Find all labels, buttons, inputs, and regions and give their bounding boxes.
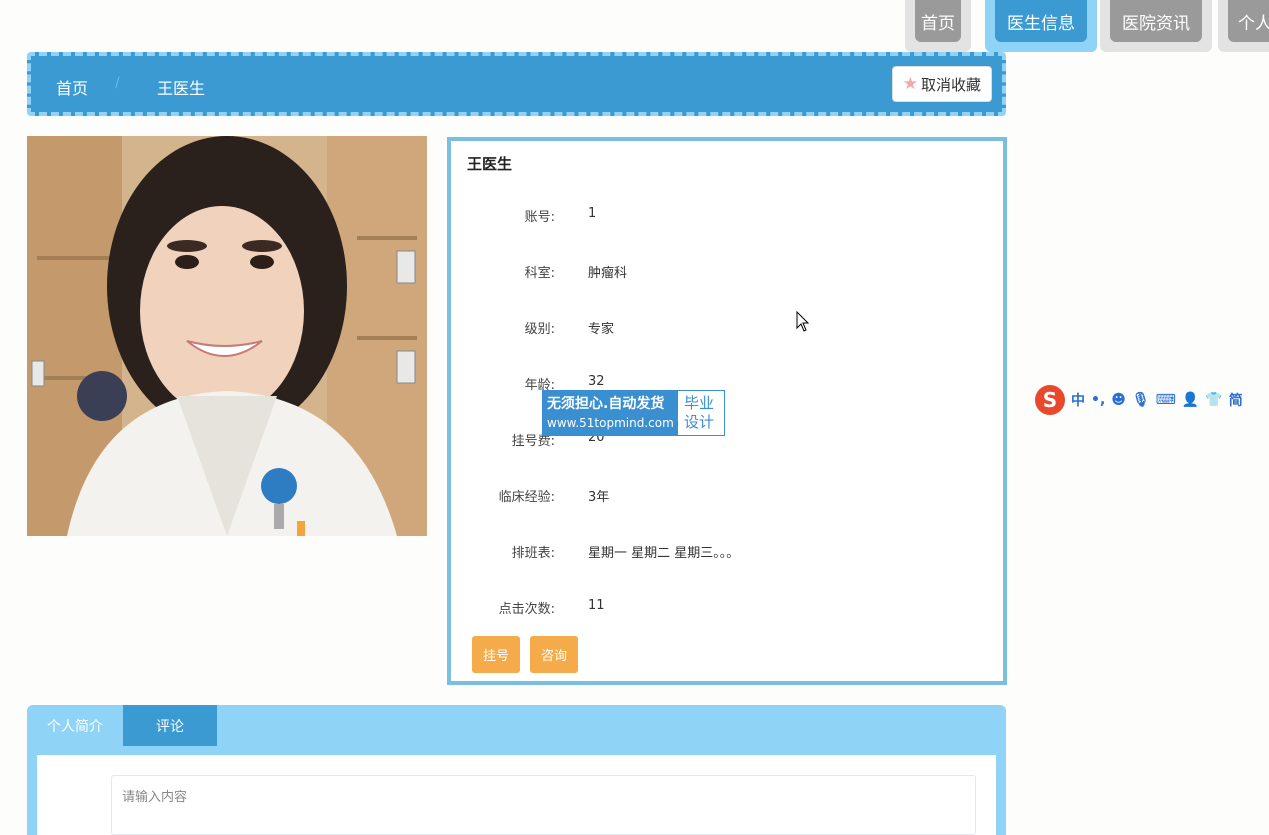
field-value: 11 (588, 598, 605, 613)
nav-item-label: 医生信息 (995, 0, 1087, 42)
field-label: 排班表: (511, 546, 555, 561)
tab-content: 请输入内容 (37, 755, 996, 835)
field-label: 临床经验: (498, 490, 555, 505)
field-value: 肿瘤科 (588, 266, 628, 281)
field-value: 32 (588, 374, 605, 389)
comment-input[interactable]: 请输入内容 (111, 775, 976, 835)
doctor-name: 王医生 (467, 155, 513, 173)
ime-toolbar: S 中 •, ☻ 🎙 ⌨ 👤 👕 简 (1035, 383, 1269, 417)
field-account: 账号: 1 (451, 206, 991, 226)
nav-item-home[interactable]: 首页 (905, 0, 971, 52)
consult-button[interactable]: 咨询 (530, 636, 578, 673)
breadcrumb: 首页 / 王医生 ★ 取消收藏 (27, 52, 1006, 116)
nav-item-label: 个人 (1228, 0, 1269, 42)
field-label: 级别: (524, 322, 555, 337)
doctor-photo (27, 136, 427, 536)
field-label: 点击次数: (498, 602, 555, 617)
ime-simplified-char[interactable]: 简 (1229, 390, 1243, 410)
watermark-line1: 无须担心.自动发货 (547, 396, 665, 412)
field-label: 科室: (524, 266, 555, 281)
ime-mode-char[interactable]: 中 (1071, 390, 1085, 410)
microphone-icon[interactable]: 🎙 (1132, 392, 1150, 408)
field-clicks: 点击次数: 11 (451, 598, 991, 618)
field-value: 星期一 星期二 星期三。。。 (588, 546, 740, 561)
field-schedule: 排班表: 星期一 星期二 星期三。。。 (451, 542, 991, 562)
breadcrumb-separator: / (115, 75, 120, 91)
detail-tabs: 个人简介 评论 请输入内容 (27, 705, 1006, 835)
tab-comments[interactable]: 评论 (123, 705, 217, 746)
watermark-line2: www.51topmind.com (547, 416, 674, 430)
top-nav: 首页 医生信息 医院资讯 个人 (905, 0, 1269, 52)
keyboard-icon[interactable]: ⌨ (1156, 392, 1176, 408)
breadcrumb-home-link[interactable]: 首页 (56, 75, 88, 99)
nav-item-personal[interactable]: 个人 (1218, 0, 1269, 52)
user-icon[interactable]: 👤 (1182, 392, 1199, 408)
doctor-info-card: 王医生 账号: 1 科室: 肿瘤科 级别: 专家 年龄: 32 挂号费: 20 … (447, 137, 1007, 685)
field-value: 1 (588, 206, 597, 221)
field-department: 科室: 肿瘤科 (451, 262, 991, 282)
field-label: 账号: (524, 210, 555, 225)
sogou-logo-icon[interactable]: S (1035, 385, 1065, 415)
watermark-badge: 无须担心.自动发货 www.51topmind.com 毕业 设计 (542, 390, 725, 436)
tab-profile[interactable]: 个人简介 (27, 705, 123, 746)
register-button[interactable]: 挂号 (472, 636, 520, 673)
ime-punct-toggle[interactable]: •, (1091, 392, 1105, 408)
field-experience: 临床经验: 3年 (451, 486, 991, 506)
nav-item-label: 医院资讯 (1110, 0, 1202, 42)
star-icon: ★ (902, 74, 918, 94)
watermark-side: 毕业 设计 (684, 394, 715, 431)
nav-item-doctor-info[interactable]: 医生信息 (985, 0, 1097, 52)
breadcrumb-current: 王医生 (157, 79, 206, 98)
nav-item-hospital-news[interactable]: 医院资讯 (1100, 0, 1212, 52)
field-level: 级别: 专家 (451, 318, 991, 338)
field-value: 专家 (588, 322, 615, 337)
unfavorite-button[interactable]: ★ 取消收藏 (891, 66, 992, 102)
skin-icon[interactable]: 👕 (1205, 392, 1222, 408)
mouse-cursor-icon (796, 311, 810, 332)
field-value: 3年 (588, 490, 610, 505)
nav-item-label: 首页 (915, 0, 961, 42)
unfavorite-button-label: 取消收藏 (920, 75, 981, 94)
emoji-icon[interactable]: ☻ (1111, 392, 1126, 408)
